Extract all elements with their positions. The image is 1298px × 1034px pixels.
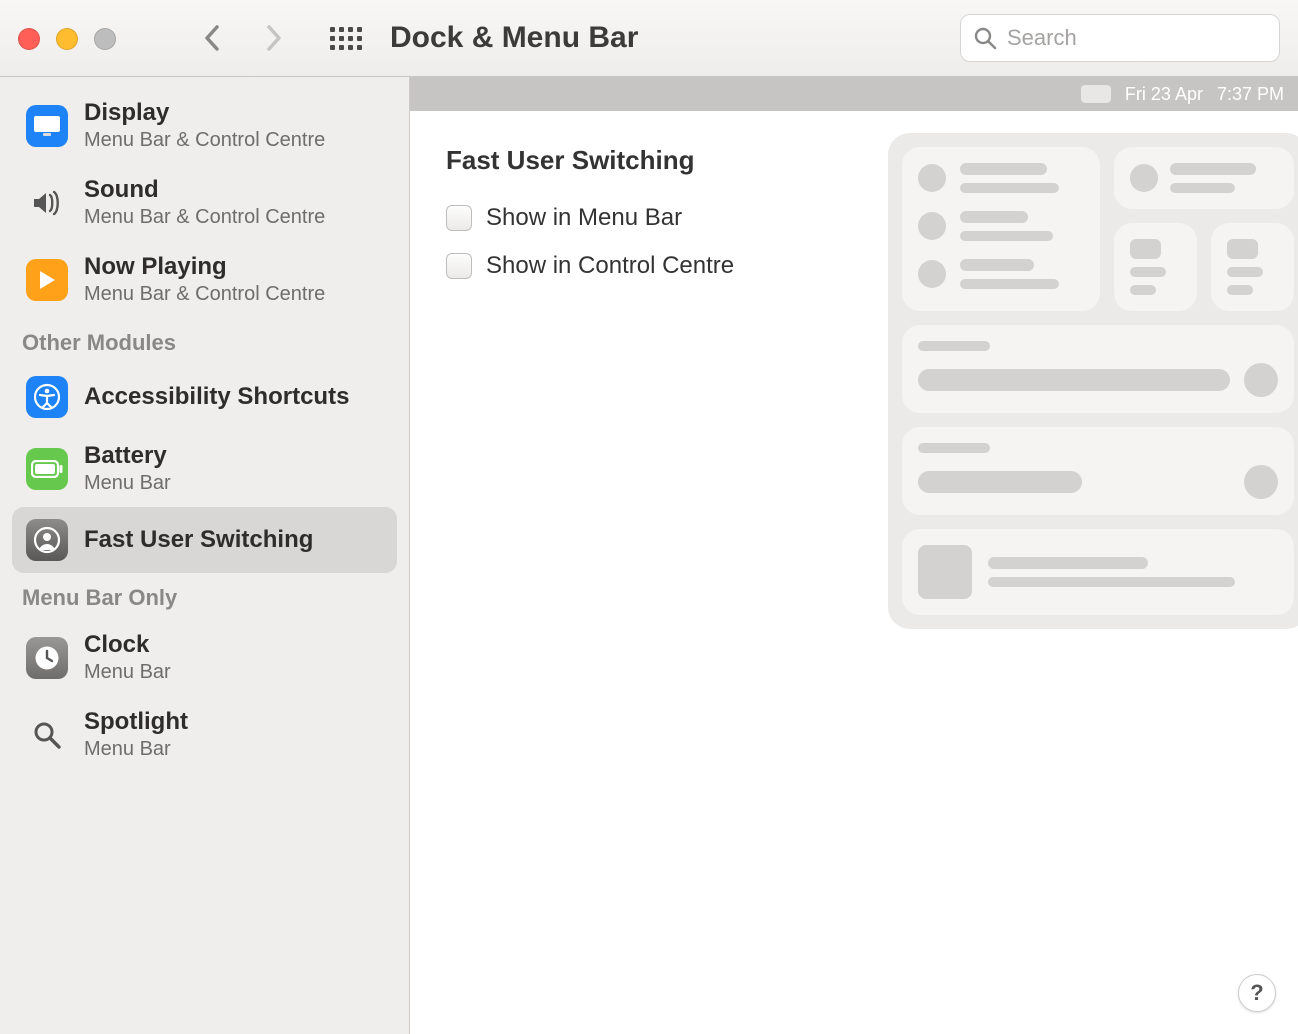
content-pane: Fri 23 Apr 7:37 PM Fast User Switching S… [410, 77, 1298, 1034]
help-button-label: ? [1250, 980, 1263, 1006]
option-label: Show in Control Centre [486, 252, 734, 280]
cc-slider-tile [902, 325, 1294, 413]
sidebar-section-header: Other Modules [12, 318, 397, 364]
nav-arrows [196, 22, 290, 54]
cc-tile [1114, 147, 1294, 209]
sound-icon [26, 182, 68, 224]
sidebar-item-label: Now Playing [84, 253, 325, 281]
sidebar-item-label: Spotlight [84, 708, 188, 736]
control-centre-preview [888, 133, 1298, 629]
cc-slider-tile [902, 427, 1294, 515]
sidebar[interactable]: DisplayMenu Bar & Control CentreSoundMen… [0, 77, 410, 1034]
sidebar-item-label: Battery [84, 442, 171, 470]
sidebar-item-label: Accessibility Shortcuts [84, 383, 349, 411]
window-title: Dock & Menu Bar [390, 21, 638, 55]
menubar-preview: Fri 23 Apr 7:37 PM [410, 77, 1298, 111]
minimize-button[interactable] [56, 28, 78, 50]
sidebar-item-label: Display [84, 99, 325, 127]
checkbox[interactable] [446, 205, 472, 231]
titlebar: Dock & Menu Bar [0, 0, 1298, 77]
cc-tile [1114, 223, 1197, 311]
main-split: DisplayMenu Bar & Control CentreSoundMen… [0, 77, 1298, 1034]
display-icon [26, 105, 68, 147]
cc-music-tile [902, 529, 1294, 615]
chevron-right-icon [266, 25, 282, 51]
play-icon [26, 259, 68, 301]
sidebar-item-label: Fast User Switching [84, 526, 313, 554]
sidebar-item-label: Clock [84, 631, 171, 659]
sidebar-item-sublabel: Menu Bar & Control Centre [84, 206, 325, 229]
spotlight-icon [26, 714, 68, 756]
chevron-left-icon [204, 25, 220, 51]
close-button[interactable] [18, 28, 40, 50]
search-icon [973, 26, 997, 50]
show-all-prefs-button[interactable] [330, 22, 362, 54]
sidebar-item-clock[interactable]: ClockMenu Bar [12, 619, 397, 696]
sidebar-item-sublabel: Menu Bar [84, 661, 171, 684]
search-field-wrapper[interactable] [960, 14, 1280, 62]
forward-button[interactable] [258, 22, 290, 54]
cc-tile [1211, 223, 1294, 311]
battery-icon [26, 448, 68, 490]
menubar-preview-date: Fri 23 Apr [1125, 84, 1203, 105]
sidebar-item-sound[interactable]: SoundMenu Bar & Control Centre [12, 164, 397, 241]
window-controls [18, 28, 116, 50]
clock-icon [26, 637, 68, 679]
user-icon [26, 519, 68, 561]
help-button[interactable]: ? [1238, 974, 1276, 1012]
cc-tile [902, 147, 1100, 311]
apps-grid-dot-icon [330, 27, 335, 32]
checkbox[interactable] [446, 253, 472, 279]
option-label: Show in Menu Bar [486, 204, 682, 232]
sidebar-item-label: Sound [84, 176, 325, 204]
search-input[interactable] [1007, 25, 1267, 51]
sidebar-item-nowplay[interactable]: Now PlayingMenu Bar & Control Centre [12, 241, 397, 318]
sidebar-item-battery[interactable]: BatteryMenu Bar [12, 430, 397, 507]
back-button[interactable] [196, 22, 228, 54]
sidebar-item-sublabel: Menu Bar & Control Centre [84, 283, 325, 306]
sidebar-item-sublabel: Menu Bar [84, 472, 171, 495]
sidebar-item-sublabel: Menu Bar & Control Centre [84, 129, 325, 152]
sidebar-item-sublabel: Menu Bar [84, 738, 188, 761]
zoom-button[interactable] [94, 28, 116, 50]
sidebar-item-fastuser[interactable]: Fast User Switching [12, 507, 397, 573]
sidebar-item-spotlight[interactable]: SpotlightMenu Bar [12, 696, 397, 773]
sidebar-section-header: Menu Bar Only [12, 573, 397, 619]
sidebar-item-access[interactable]: Accessibility Shortcuts [12, 364, 397, 430]
sidebar-item-display[interactable]: DisplayMenu Bar & Control Centre [12, 87, 397, 164]
menubar-preview-time: 7:37 PM [1217, 84, 1284, 105]
control-centre-icon [1081, 85, 1111, 103]
accessibility-icon [26, 376, 68, 418]
